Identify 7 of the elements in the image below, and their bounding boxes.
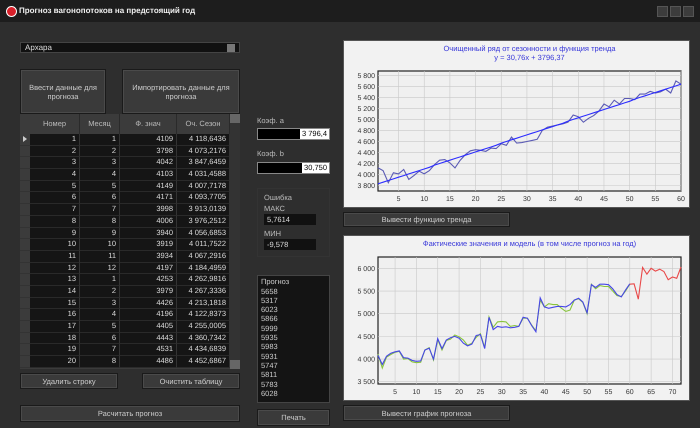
window-title: Прогноз вагонопотоков на предстоящий год [19, 5, 196, 17]
minimize-button[interactable] [657, 6, 668, 16]
station-dropdown[interactable]: Архара [20, 42, 240, 53]
close-button[interactable] [683, 6, 694, 16]
maximize-button[interactable] [670, 6, 681, 16]
app-icon [6, 6, 17, 16]
scrollbar[interactable] [230, 114, 240, 369]
